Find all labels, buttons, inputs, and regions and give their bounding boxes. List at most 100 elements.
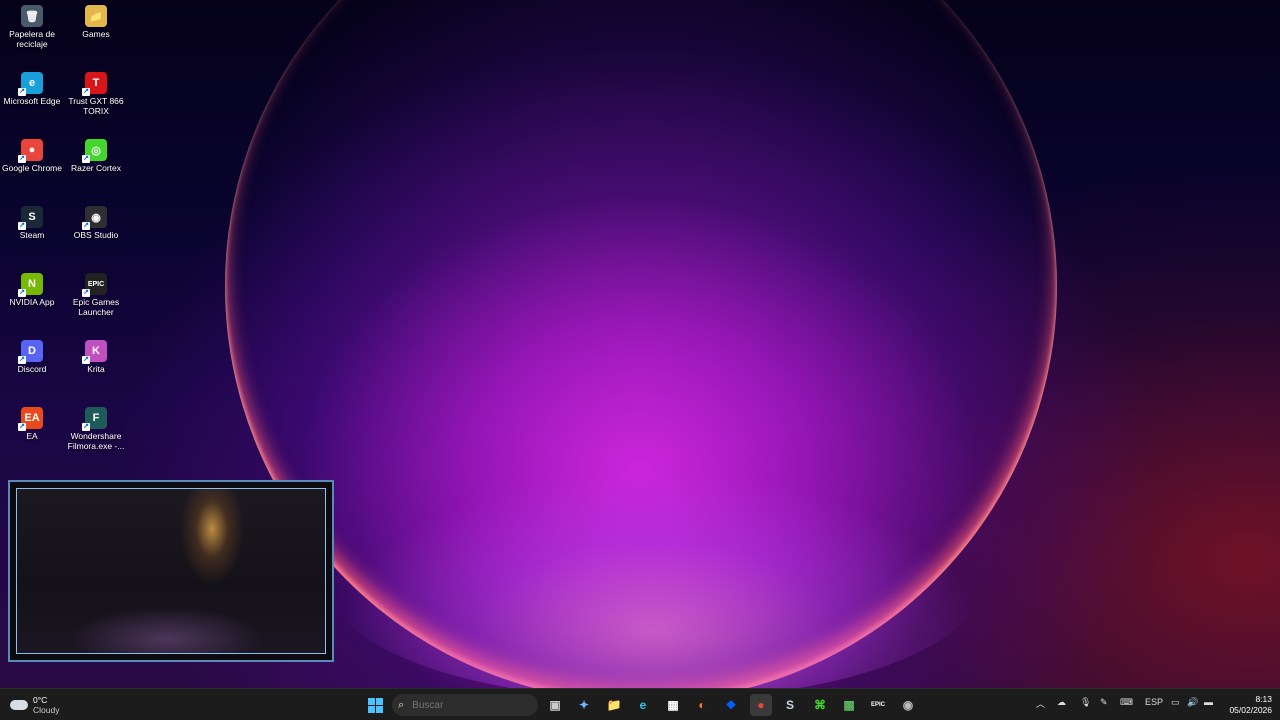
desktop-icon-label: Steam (19, 230, 45, 240)
microsoft-store-icon: ▦ (667, 698, 679, 712)
onedrive-icon[interactable]: ☁ (1057, 697, 1066, 708)
taskbar-app-task-view[interactable]: ▣ (544, 694, 566, 716)
desktop-icon-google-chrome[interactable]: ● ↗ Google Chrome (0, 139, 64, 173)
nvidia-app-icon: N ↗ (18, 273, 43, 297)
desktop-icon-nvidia-app[interactable]: N ↗ NVIDIA App (0, 273, 64, 307)
webcam-video (16, 488, 326, 654)
clock-date: 05/02/2026 (1229, 705, 1272, 715)
desktop-icon-trust-gxt-866[interactable]: T ↗ Trust GXT 866 TORIX (64, 72, 128, 116)
microsoft-edge-icon: e ↗ (18, 72, 43, 96)
desktop-icon-ea[interactable]: EA ↗ EA (0, 407, 64, 441)
weather-widget[interactable]: 0°C Cloudy (10, 694, 59, 716)
recycle-bin-icon: 🗑 (21, 5, 43, 27)
chevron-up-icon[interactable]: ︿ (1036, 697, 1045, 710)
discord-icon: D ↗ (18, 340, 43, 364)
desktop-icon-label: Games (82, 29, 110, 39)
wondershare-filmora-icon: F ↗ (82, 407, 107, 431)
taskbar: 0°C Cloudy ⌕ ▣✦📁e▦◐❖●S⌘▩EPIC◉ ︿ ☁ 🎙 ✎ ⌨ … (0, 688, 1280, 720)
webcam-overlay (8, 480, 334, 662)
razer-cortex-icon: ◎ ↗ (82, 139, 107, 163)
chrome-icon: ● (757, 698, 765, 712)
taskbar-app-firefox[interactable]: ◐ (691, 694, 713, 716)
weather-temp: 0°C (33, 695, 48, 705)
epic-games-icon: EPIC (870, 702, 885, 708)
desktop-icon-label: Razer Cortex (70, 163, 122, 173)
obs-icon: ◉ (902, 698, 914, 712)
network-icon[interactable]: ▭ (1171, 697, 1180, 708)
desktop-icon-recycle-bin[interactable]: 🗑 Papelera de reciclaje (0, 5, 64, 49)
krita-icon: K ↗ (82, 340, 107, 364)
desktop-icon-obs-studio[interactable]: ◉ ↗ OBS Studio (64, 206, 128, 240)
edge-icon: e (639, 698, 647, 712)
shortcut-arrow-icon: ↗ (18, 88, 26, 96)
desktop-icon-epic-games-launcher[interactable]: EPIC ↗ Epic Games Launcher (64, 273, 128, 317)
taskbar-app-razer[interactable]: ⌘ (809, 694, 831, 716)
language-indicator[interactable]: ESP (1145, 697, 1163, 707)
taskbar-app-copilot[interactable]: ✦ (573, 694, 595, 716)
file-explorer-icon: 📁 (606, 698, 622, 712)
task-view-icon: ▣ (549, 698, 561, 712)
desktop-icon-steam[interactable]: S ↗ Steam (0, 206, 64, 240)
clock-time: 8:13 (1255, 694, 1272, 704)
weather-condition: Cloudy (33, 705, 60, 715)
taskbar-app-microsoft-store[interactable]: ▦ (662, 694, 684, 716)
desktop-icon-label: Epic Games Launcher (72, 297, 120, 317)
shortcut-arrow-icon: ↗ (82, 222, 90, 230)
desktop-icon-discord[interactable]: D ↗ Discord (0, 340, 64, 374)
taskbar-app-epic-games[interactable]: EPIC (867, 694, 889, 716)
taskbar-app-steam[interactable]: S (779, 694, 801, 716)
shortcut-arrow-icon: ↗ (82, 356, 90, 364)
desktop-icon-label: Discord (17, 364, 47, 374)
shortcut-arrow-icon: ↗ (18, 155, 26, 163)
desktop-icon-label: Krita (87, 364, 105, 374)
shortcut-arrow-icon: ↗ (82, 155, 90, 163)
shortcut-arrow-icon: ↗ (82, 423, 90, 431)
taskbar-app-chrome[interactable]: ● (750, 694, 772, 716)
pen-icon[interactable]: ✎ (1100, 697, 1108, 708)
razer-icon: ⌘ (814, 698, 826, 712)
desktop-icon-krita[interactable]: K ↗ Krita (64, 340, 128, 374)
desktop-icon-games-folder[interactable]: 📁 Games (64, 5, 128, 39)
google-chrome-icon: ● ↗ (18, 139, 43, 163)
desktop-icon-razer-cortex[interactable]: ◎ ↗ Razer Cortex (64, 139, 128, 173)
wallpaper-glow (330, 470, 980, 688)
trust-gxt-866-icon: T ↗ (82, 72, 107, 96)
clock[interactable]: 8:13 05/02/2026 (1222, 694, 1272, 716)
taskbar-app-obs[interactable]: ◉ (897, 694, 919, 716)
battery-icon[interactable]: ▬ (1204, 697, 1213, 707)
taskbar-app-edge[interactable]: e (632, 694, 654, 716)
obs-studio-icon: ◉ ↗ (82, 206, 107, 230)
copilot-icon: ✦ (578, 698, 590, 712)
search-box[interactable]: ⌕ (392, 694, 538, 716)
windows-icon (367, 697, 383, 713)
taskbar-app-minecraft[interactable]: ▩ (838, 694, 860, 716)
cloud-icon (10, 700, 28, 710)
taskbar-app-file-explorer[interactable]: 📁 (603, 694, 625, 716)
keyboard-icon[interactable]: ⌨ (1120, 697, 1133, 708)
shortcut-arrow-icon: ↗ (18, 423, 26, 431)
desktop-icon-label: Google Chrome (1, 163, 62, 173)
shortcut-arrow-icon: ↗ (82, 88, 90, 96)
start-button[interactable] (364, 694, 386, 716)
ea-icon: EA ↗ (18, 407, 43, 431)
dropbox-icon: ❖ (725, 698, 737, 712)
games-folder-icon: 📁 (85, 5, 107, 27)
desktop-icon-wondershare-filmora[interactable]: F ↗ Wondershare Filmora.exe -... (64, 407, 128, 451)
desktop-icon-label: NVIDIA App (9, 297, 55, 307)
desktop-icon-label: OBS Studio (73, 230, 119, 240)
epic-games-launcher-icon: EPIC ↗ (82, 273, 107, 297)
taskbar-app-dropbox[interactable]: ❖ (720, 694, 742, 716)
desktop-icon-label: Papelera de reciclaje (9, 29, 55, 49)
steam-icon: S ↗ (18, 206, 43, 230)
shortcut-arrow-icon: ↗ (82, 289, 90, 297)
shortcut-arrow-icon: ↗ (18, 356, 26, 364)
desktop-icon-label: EA (26, 431, 38, 441)
desktop-icon-label: Trust GXT 866 TORIX (68, 96, 124, 116)
search-icon: ⌕ (398, 698, 405, 711)
desktop-icon-microsoft-edge[interactable]: e ↗ Microsoft Edge (0, 72, 64, 106)
minecraft-icon: ▩ (843, 698, 855, 712)
search-input[interactable] (410, 698, 525, 712)
desktop-icon-label: Microsoft Edge (3, 96, 61, 106)
microphone-icon[interactable]: 🎙 (1080, 697, 1091, 708)
volume-icon[interactable]: 🔊 (1187, 697, 1198, 708)
